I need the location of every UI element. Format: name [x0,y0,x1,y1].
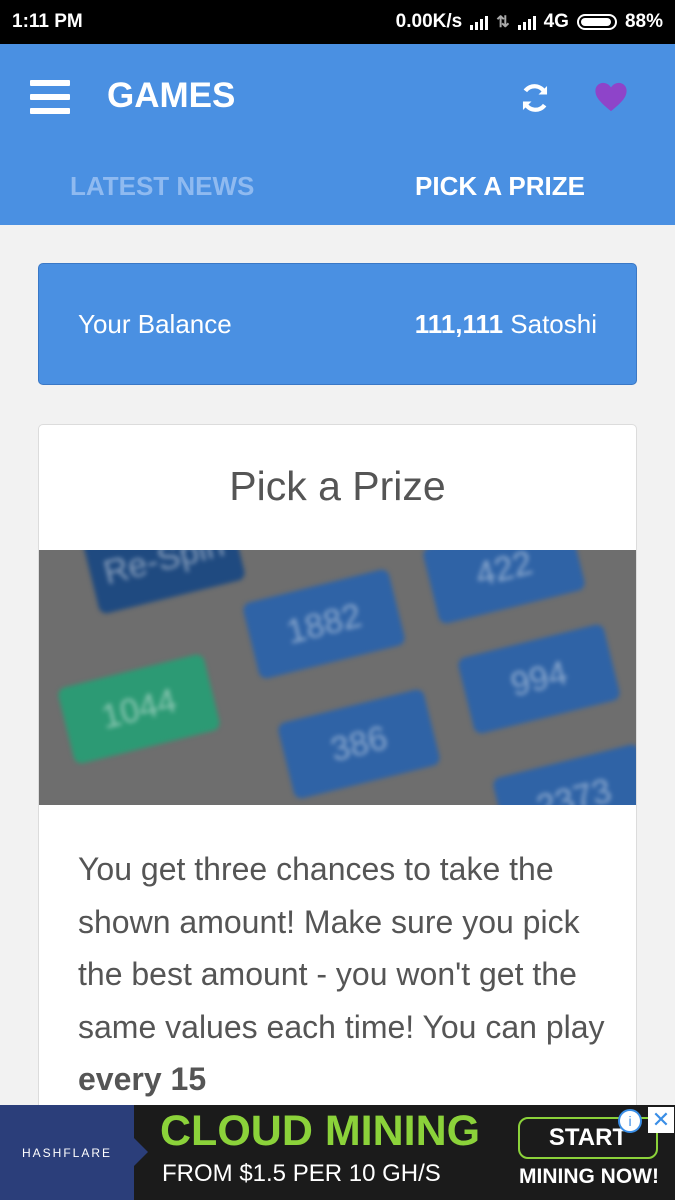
page-title: GAMES [107,76,236,115]
battery-icon [576,14,617,30]
status-time: 1:11 PM [12,11,83,32]
tab-latest-news[interactable]: LATEST NEWS [70,171,254,202]
network-type: 4G [543,11,569,32]
signal-icon-2 [517,14,536,30]
net-speed: 0.00K/s [395,11,463,32]
status-indicators: 0.00K/s ⇅ 4G 88% [396,11,663,33]
prize-tile: 1882 [241,568,407,680]
card-description: You get three chances to take the shown … [78,843,608,1106]
status-bar: 1:11 PM 0.00K/s ⇅ 4G 88% [0,0,675,44]
data-arrows-icon: ⇅ [496,14,510,31]
description-bold: every 15 [78,1061,207,1097]
card-title: Pick a Prize [229,463,446,509]
ad-subtext: FROM $1.5 PER 10 GH/S [162,1160,441,1187]
prize-tiles: Re-Spin 1882 422 1044 994 386 2373 [39,550,636,805]
prize-tile: 994 [456,623,622,735]
balance-value: 111,111 Satoshi [415,309,597,340]
balance-unit: Satoshi [510,309,597,339]
refresh-icon[interactable] [518,81,552,115]
heart-icon[interactable] [594,81,628,113]
tab-pick-a-prize[interactable]: PICK A PRIZE [415,171,585,202]
prize-tile: 2373 [491,743,636,805]
balance-panel: Your Balance 111,111 Satoshi [38,263,637,385]
signal-icon [470,14,489,30]
ad-brand-logo: HASHFLARE [0,1105,148,1200]
balance-label: Your Balance [78,309,232,339]
balance-amount: 111,111 [414,309,504,339]
ad-info-icon[interactable]: i [618,1109,642,1133]
ad-headline: CLOUD MINING [160,1107,481,1155]
ad-close-icon[interactable]: ✕ [648,1107,674,1133]
ad-banner[interactable]: HASHFLARE CLOUD MINING FROM $1.5 PER 10 … [0,1105,675,1200]
pick-a-prize-card: Pick a Prize Re-Spin 1882 422 1044 994 3… [38,424,637,1144]
description-text: You get three chances to take the shown … [78,851,605,1045]
prize-tile: 386 [276,688,442,800]
prize-image: Re-Spin 1882 422 1044 994 386 2373 [39,550,636,805]
menu-icon[interactable] [30,80,70,114]
app-bar: GAMES LATEST NEWS PICK A PRIZE [0,44,675,225]
ad-start-subtext: MINING NOW! [519,1165,659,1188]
prize-tile: 422 [421,550,587,625]
prize-tile: Re-Spin [81,550,247,615]
prize-tile: 1044 [56,653,222,765]
battery-level: 88% [624,11,663,32]
